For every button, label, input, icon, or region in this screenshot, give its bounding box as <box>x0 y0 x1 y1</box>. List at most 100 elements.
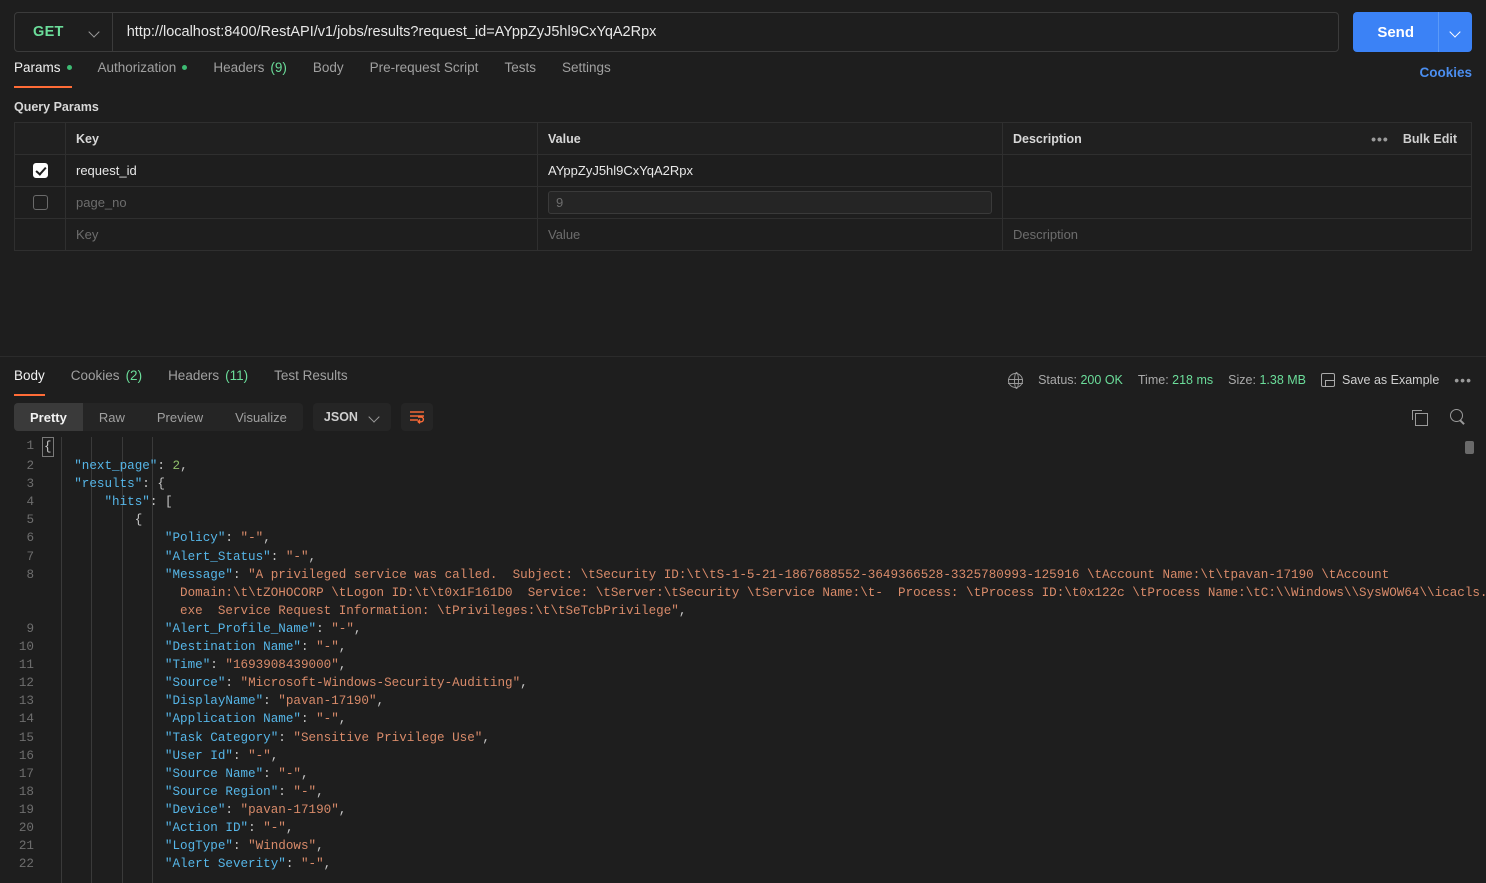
line-number: 10 <box>0 638 44 656</box>
code-token: , <box>520 676 528 690</box>
row-key[interactable]: page_no <box>66 187 538 218</box>
tab-tests[interactable]: Tests <box>504 56 536 88</box>
http-method-select[interactable]: GET <box>15 13 113 51</box>
code-token: , <box>354 622 362 636</box>
body-scrollbar-track[interactable] <box>1471 437 1480 883</box>
line-content: "results": { <box>44 475 1486 493</box>
response-meta: Status: 200 OK Time: 218 ms Size: 1.38 M… <box>1008 372 1472 388</box>
more-options-icon[interactable]: ••• <box>1371 131 1389 147</box>
row-description[interactable] <box>1003 187 1471 218</box>
row-description[interactable] <box>1003 155 1471 186</box>
format-select[interactable]: JSON <box>313 403 391 431</box>
code-token: : <box>301 640 316 654</box>
code-token: , <box>482 731 490 745</box>
view-mode-raw[interactable]: Raw <box>83 403 141 431</box>
code-token: "-" <box>241 531 264 545</box>
code-token: : <box>278 731 293 745</box>
search-icon[interactable] <box>1450 409 1466 425</box>
tab-settings[interactable]: Settings <box>562 56 611 88</box>
code-token: "Windows" <box>248 839 316 853</box>
row-value-cell <box>538 187 1003 218</box>
row-checkbox[interactable] <box>33 195 48 210</box>
code-token: , <box>339 803 347 817</box>
status-value: 200 OK <box>1080 373 1122 387</box>
tab-headers[interactable]: Headers (9) <box>213 56 287 88</box>
code-token: "A privileged service was called. Subjec… <box>248 568 1389 582</box>
wrap-lines-button[interactable] <box>401 403 433 431</box>
code-line: 7 "Alert_Status": "-", <box>0 548 1486 566</box>
indent <box>44 477 74 491</box>
response-tabs: Body Cookies (2) Headers (11) Test Resul… <box>0 363 1486 397</box>
indent <box>44 712 165 726</box>
line-content: "Alert Severity": "-", <box>44 855 1486 873</box>
code-token: "-" <box>263 821 286 835</box>
indent <box>44 531 165 545</box>
indent <box>44 640 165 654</box>
tab-authorization[interactable]: Authorization <box>98 56 188 88</box>
json-code: 1{2 "next_page": 2,3 "results": {4 "hits… <box>0 437 1486 873</box>
code-token: : <box>286 857 301 871</box>
view-mode-visualize[interactable]: Visualize <box>219 403 303 431</box>
code-token: "results" <box>74 477 142 491</box>
copy-icon[interactable] <box>1412 410 1426 424</box>
view-mode-preview[interactable]: Preview <box>141 403 219 431</box>
response-tab-headers[interactable]: Headers (11) <box>168 364 248 396</box>
url-combo: GET <box>14 12 1339 52</box>
code-token: , <box>339 658 347 672</box>
code-token: , <box>339 712 347 726</box>
code-token: "Source Region" <box>165 785 278 799</box>
tab-body[interactable]: Body <box>313 56 344 88</box>
code-line: 13 "DisplayName": "pavan-17190", <box>0 692 1486 710</box>
indent <box>44 513 135 527</box>
line-content: "Source Name": "-", <box>44 765 1486 783</box>
line-number: 19 <box>0 801 44 819</box>
line-content: "Device": "pavan-17190", <box>44 801 1486 819</box>
new-value-placeholder[interactable]: Value <box>538 219 1003 250</box>
wrap-text-icon <box>409 410 425 424</box>
view-mode-pretty[interactable]: Pretty <box>14 403 83 431</box>
size-badge: Size: 1.38 MB <box>1228 373 1306 387</box>
send-options-button[interactable] <box>1438 12 1472 52</box>
bulk-edit-button[interactable]: Bulk Edit <box>1403 132 1457 146</box>
url-input[interactable] <box>113 13 1339 51</box>
line-content: "Task Category": "Sensitive Privilege Us… <box>44 729 1486 747</box>
tab-label: Authorization <box>98 55 177 81</box>
code-token: "Task Category" <box>165 731 278 745</box>
line-content: "Message": "A privileged service was cal… <box>44 566 1486 620</box>
line-content: "Application Name": "-", <box>44 710 1486 728</box>
response-tab-cookies[interactable]: Cookies (2) <box>71 364 142 396</box>
line-content: "Source Region": "-", <box>44 783 1486 801</box>
body-scrollbar-thumb[interactable] <box>1465 441 1474 454</box>
cookies-link[interactable]: Cookies <box>1419 65 1472 80</box>
indent <box>44 749 165 763</box>
tab-label: Pre-request Script <box>370 55 479 81</box>
row-value-input[interactable] <box>548 191 992 214</box>
view-mode-group: Pretty Raw Preview Visualize <box>14 403 303 431</box>
code-token: "Source" <box>165 676 225 690</box>
send-button[interactable]: Send <box>1353 12 1438 52</box>
tab-params[interactable]: Params <box>14 56 72 88</box>
save-as-example-button[interactable]: Save as Example <box>1321 373 1439 387</box>
code-line: 6 "Policy": "-", <box>0 529 1486 547</box>
response-tab-body[interactable]: Body <box>14 364 45 396</box>
row-checkbox[interactable] <box>33 163 48 178</box>
request-url-bar: GET Send <box>0 0 1486 56</box>
response-more-options-icon[interactable]: ••• <box>1454 372 1472 388</box>
row-value[interactable]: AYppZyJ5hl9CxYqA2Rpx <box>538 155 1003 186</box>
tab-pre-request-script[interactable]: Pre-request Script <box>370 56 479 88</box>
line-number: 20 <box>0 819 44 837</box>
pane-divider[interactable] <box>0 356 1486 357</box>
row-key[interactable]: request_id <box>66 155 538 186</box>
code-token: "-" <box>301 857 324 871</box>
code-token: "-" <box>316 640 339 654</box>
code-line: 16 "User Id": "-", <box>0 747 1486 765</box>
code-token: "next_page" <box>74 459 157 473</box>
new-description-placeholder[interactable]: Description <box>1003 219 1471 250</box>
response-tab-test-results[interactable]: Test Results <box>274 364 348 396</box>
code-token: Domain:\t\tZOHOCORP \tLogon ID:\t\t0x1F1… <box>180 586 1486 600</box>
response-body-viewer[interactable]: 1{2 "next_page": 2,3 "results": {4 "hits… <box>0 437 1486 883</box>
indent <box>44 694 165 708</box>
new-key-placeholder[interactable]: Key <box>66 219 538 250</box>
code-line: 10 "Destination Name": "-", <box>0 638 1486 656</box>
line-content: "next_page": 2, <box>44 457 1486 475</box>
